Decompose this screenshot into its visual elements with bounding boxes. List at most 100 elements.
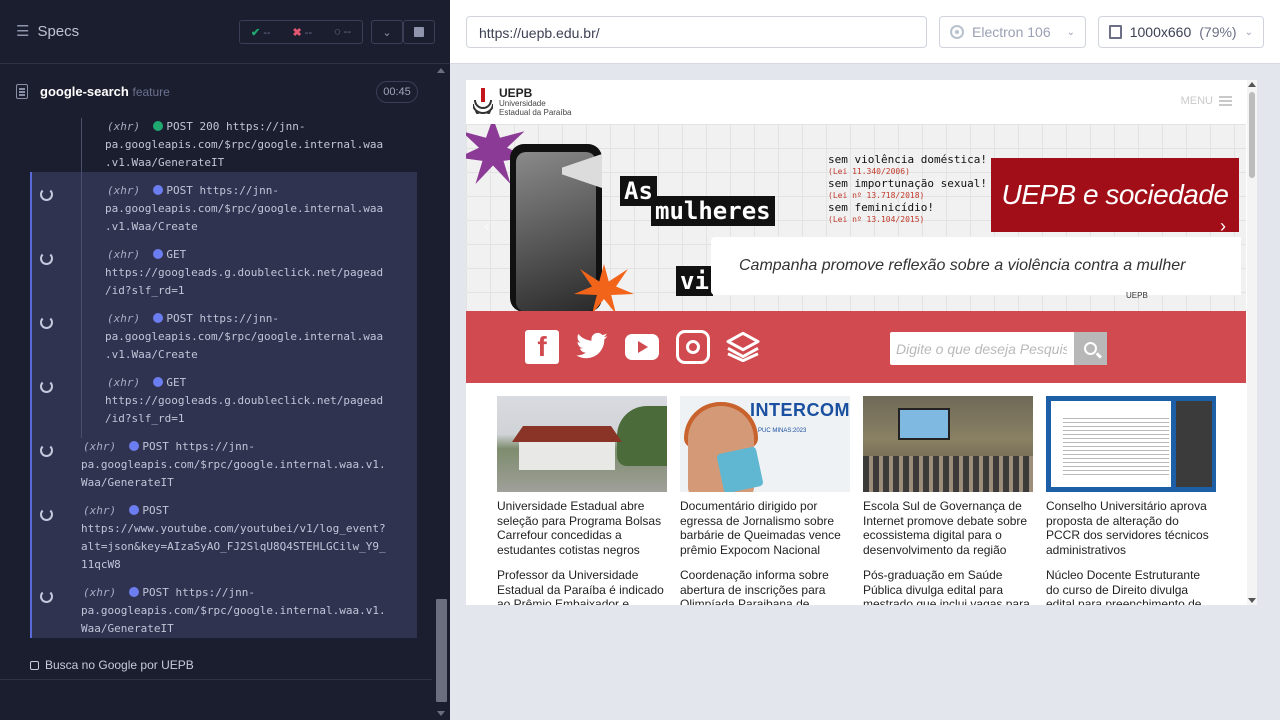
log-entry-text: pa.googleapis.com/$rpc/google.internal.w… xyxy=(105,138,384,151)
runner-panel: ☰ Specs ✔ -- ✖ -- ◌ -- ⌄ google-search f… xyxy=(0,0,450,720)
log-entry-text: .v1.Waa/Create xyxy=(105,220,198,233)
electron-icon xyxy=(950,25,964,39)
scroll-down-icon[interactable] xyxy=(437,711,445,716)
log-entry-text: https://www.youtube.com/youtubei/v1/log_… xyxy=(81,522,386,535)
chevron-down-icon: ⌄ xyxy=(382,26,392,39)
status-dot-icon xyxy=(153,377,164,387)
loading-spinner-icon xyxy=(40,252,53,265)
url-field[interactable]: https://uepb.edu.br/ xyxy=(466,16,927,48)
law-text: sem feminicídio! (Lei nº 13.104/2015) xyxy=(828,201,934,225)
dropdown-button[interactable]: ⌄ xyxy=(371,20,403,44)
log-entry-text: (xhr) POST https://jnn- xyxy=(107,312,279,325)
viewport-select[interactable]: 1000x660 (79%) ⌄ xyxy=(1098,16,1264,48)
search-button[interactable] xyxy=(1074,332,1107,365)
news-title[interactable]: Escola Sul de Governança de Internet pro… xyxy=(863,499,1033,557)
hamburger-icon xyxy=(1219,96,1232,106)
pending-stat: ◌ -- xyxy=(334,26,351,38)
loading-spinner-icon xyxy=(40,188,53,201)
news-thumbnail[interactable] xyxy=(1046,396,1216,492)
spec-duration: 00:45 xyxy=(376,81,418,103)
status-dot-icon xyxy=(129,505,140,515)
spec-file-row[interactable]: google-search feature 00:45 xyxy=(16,80,418,104)
spec-file-name: google-search feature xyxy=(40,84,170,99)
scroll-thumb[interactable] xyxy=(436,599,447,702)
loading-spinner-icon xyxy=(40,380,53,393)
news-title[interactable]: Conselho Universitário aprova proposta d… xyxy=(1046,499,1216,557)
site-search xyxy=(890,332,1107,365)
browser-select[interactable]: Electron 106 ⌄ xyxy=(939,16,1086,48)
log-entry-text: pa.googleapis.com/$rpc/google.internal.w… xyxy=(105,202,384,215)
scroll-up-icon[interactable] xyxy=(437,68,445,73)
scroll-down-icon[interactable] xyxy=(1248,598,1256,603)
specs-toggle[interactable]: ☰ Specs xyxy=(16,22,80,41)
log-entry-text: (xhr) POST xyxy=(83,504,169,517)
browser-bar: https://uepb.edu.br/ Electron 106 ⌄ 1000… xyxy=(450,0,1280,64)
test-checkbox-icon xyxy=(30,660,39,670)
banner-headline: UEPB e sociedade xyxy=(991,158,1239,232)
news-thumbnail[interactable] xyxy=(863,396,1033,492)
cross-icon: ✖ xyxy=(292,26,302,39)
test-title[interactable]: Busca no Google por UEPB xyxy=(30,658,194,672)
preview-scrollbar[interactable] xyxy=(1247,80,1257,605)
chevron-left-icon[interactable]: ‹ xyxy=(484,216,490,237)
news-thumbnail[interactable] xyxy=(497,396,667,492)
news-title[interactable]: Universidade Estadual abre seleção para … xyxy=(497,499,667,557)
check-icon: ✔ xyxy=(250,26,261,39)
slogan-line: vi xyxy=(676,266,713,296)
stop-icon xyxy=(414,27,424,37)
log-entry-text: https://googleads.g.doubleclick.net/page… xyxy=(105,266,384,279)
news-title[interactable]: Documentário dirigido por egressa de Jor… xyxy=(680,499,850,557)
news-card[interactable]: INTERCOM PUC MINAS:2023 Documentário dir… xyxy=(680,396,850,605)
scroll-thumb[interactable] xyxy=(1249,92,1255,178)
facebook-icon[interactable]: f xyxy=(525,330,559,364)
log-entry-text: (xhr) POST https://jnn- xyxy=(83,440,255,453)
pending-icon: ◌ xyxy=(334,26,341,38)
scroll-up-icon[interactable] xyxy=(1248,82,1256,87)
chevron-right-icon[interactable]: › xyxy=(1220,216,1226,237)
log-entry-text: (xhr) POST https://jnn- xyxy=(107,184,279,197)
log-scrollbar[interactable] xyxy=(433,64,450,720)
log-entry-text: (xhr) GET xyxy=(107,376,187,389)
search-input[interactable] xyxy=(890,332,1073,365)
law-text: sem violência doméstica! (Lei 11.340/2006… xyxy=(828,153,987,177)
log-entry-text: /id?slf_rd=1 xyxy=(105,284,185,297)
status-dot-icon xyxy=(153,249,164,259)
document-icon xyxy=(16,84,28,99)
log-entry-text: Waa/GenerateIT xyxy=(81,622,174,635)
loading-spinner-icon xyxy=(40,316,53,329)
stop-button[interactable] xyxy=(403,20,435,44)
search-icon xyxy=(1084,342,1097,355)
log-entry-text: (xhr) POST https://jnn- xyxy=(83,586,255,599)
news-card[interactable]: Conselho Universitário aprova proposta d… xyxy=(1046,396,1216,605)
failed-stat: ✖ -- xyxy=(292,26,313,39)
menu-button[interactable]: MENU xyxy=(1181,95,1232,107)
twitter-icon[interactable] xyxy=(575,330,609,364)
status-dot-icon xyxy=(129,587,140,597)
specs-label: Specs xyxy=(37,22,80,40)
site-logo[interactable]: UEPB Universidade Estadual da Paraíba xyxy=(499,87,572,117)
status-dot-icon xyxy=(153,313,164,323)
specs-header: ☰ Specs ✔ -- ✖ -- ◌ -- ⌄ xyxy=(0,0,450,64)
log-entry-text: pa.googleapis.com/$rpc/google.internal.w… xyxy=(81,458,386,471)
command-log: (xhr) POST 200 https://jnn-pa.googleapis… xyxy=(30,118,417,638)
log-entry-text: 11qcW8 xyxy=(81,558,121,571)
passed-stat: ✔ -- xyxy=(250,26,271,39)
news-title[interactable]: Pós-graduação em Saúde Pública divulga e… xyxy=(863,568,1033,605)
log-entry-text: Waa/GenerateIT xyxy=(81,476,174,489)
youtube-icon[interactable] xyxy=(625,330,659,364)
instagram-icon[interactable] xyxy=(676,330,710,364)
news-card[interactable]: Universidade Estadual abre seleção para … xyxy=(497,396,667,605)
slogan-line: mulheres xyxy=(651,196,775,226)
site-header: UEPB Universidade Estadual da Paraíba ME… xyxy=(466,80,1246,124)
news-card[interactable]: Escola Sul de Governança de Internet pro… xyxy=(863,396,1033,605)
hero-banner[interactable]: As mulheres vi sem violência doméstica!(… xyxy=(466,124,1246,311)
news-title[interactable]: Coordenação informa sobre abertura de in… xyxy=(680,568,850,605)
news-title[interactable]: Professor da Universidade Estadual da Pa… xyxy=(497,568,667,605)
log-entry-text: pa.googleapis.com/$rpc/google.internal.w… xyxy=(105,330,384,343)
layers-icon[interactable] xyxy=(726,330,760,364)
news-title[interactable]: Núcleo Docente Estruturante do curso de … xyxy=(1046,568,1216,605)
social-bar: f xyxy=(466,311,1246,383)
status-dot-icon xyxy=(153,185,164,195)
news-thumbnail[interactable]: INTERCOM PUC MINAS:2023 xyxy=(680,396,850,492)
log-entry-text: .v1.Waa/Create xyxy=(105,348,198,361)
